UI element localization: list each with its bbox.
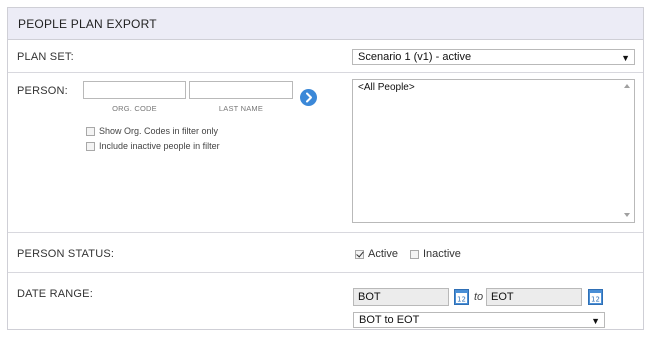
plan-set-select[interactable]: Scenario 1 (v1) - active ▼: [352, 49, 635, 65]
last-name-caption: LAST NAME: [218, 104, 264, 113]
include-inactive-label: Include inactive people in filter: [99, 141, 220, 151]
date-to-input[interactable]: EOT: [486, 288, 582, 306]
date-range-label: DATE RANGE:: [17, 288, 93, 300]
last-name-input[interactable]: [189, 81, 293, 99]
plan-set-label: PLAN SET:: [17, 51, 74, 63]
to-label: to: [474, 291, 484, 303]
scroll-down-icon[interactable]: [624, 213, 630, 217]
dropdown-arrow-icon: ▼: [591, 316, 600, 326]
list-item[interactable]: <All People>: [358, 82, 415, 93]
include-inactive-option[interactable]: Include inactive people in filter: [86, 141, 220, 151]
date-from-value: BOT: [358, 291, 381, 303]
panel-header: PEOPLE PLAN EXPORT: [8, 8, 643, 40]
plan-set-selected-value: Scenario 1 (v1) - active: [358, 51, 472, 63]
inactive-checkbox[interactable]: [410, 249, 419, 259]
active-label: Active: [368, 248, 398, 260]
panel-title: PEOPLE PLAN EXPORT: [18, 17, 157, 31]
date-from-input[interactable]: BOT: [353, 288, 449, 306]
status-inactive-option[interactable]: Inactive: [410, 248, 461, 260]
svg-text:12: 12: [457, 296, 466, 304]
show-org-codes-option[interactable]: Show Org. Codes in filter only: [86, 126, 218, 136]
org-code-input[interactable]: [83, 81, 186, 99]
date-to-value: EOT: [491, 291, 514, 303]
active-checkbox[interactable]: [355, 249, 364, 259]
arrow-right-circle-icon: [306, 92, 312, 103]
inactive-label: Inactive: [423, 248, 461, 260]
calendar-icon[interactable]: 12: [454, 288, 469, 305]
person-label: PERSON:: [17, 85, 68, 97]
include-inactive-checkbox[interactable]: [86, 141, 95, 151]
plan-set-row: PLAN SET: Scenario 1 (v1) - active ▼: [8, 41, 643, 73]
dropdown-arrow-icon: ▼: [621, 53, 630, 63]
show-org-codes-label: Show Org. Codes in filter only: [99, 126, 219, 136]
scroll-up-icon[interactable]: [624, 84, 630, 88]
search-go-button[interactable]: [300, 89, 317, 106]
people-plan-export-panel: PEOPLE PLAN EXPORT PLAN SET: Scenario 1 …: [7, 7, 644, 330]
person-status-row: PERSON STATUS: Active Inactive: [8, 233, 643, 273]
person-row: PERSON: ORG. CODE LAST NAME Show Org. Co…: [8, 73, 643, 233]
people-listbox[interactable]: <All People>: [352, 79, 635, 223]
date-range-preset-select[interactable]: BOT to EOT ▼: [353, 312, 605, 328]
svg-text:12: 12: [591, 296, 600, 304]
person-status-label: PERSON STATUS:: [17, 248, 115, 260]
status-active-option[interactable]: Active: [355, 248, 398, 260]
org-code-caption: ORG. CODE: [112, 104, 157, 113]
calendar-icon[interactable]: 12: [588, 288, 603, 305]
date-range-preset-value: BOT to EOT: [359, 314, 420, 326]
date-range-row: DATE RANGE: BOT 12 to EOT 12 BOT to EOT …: [8, 273, 643, 329]
show-org-codes-checkbox[interactable]: [86, 126, 95, 136]
